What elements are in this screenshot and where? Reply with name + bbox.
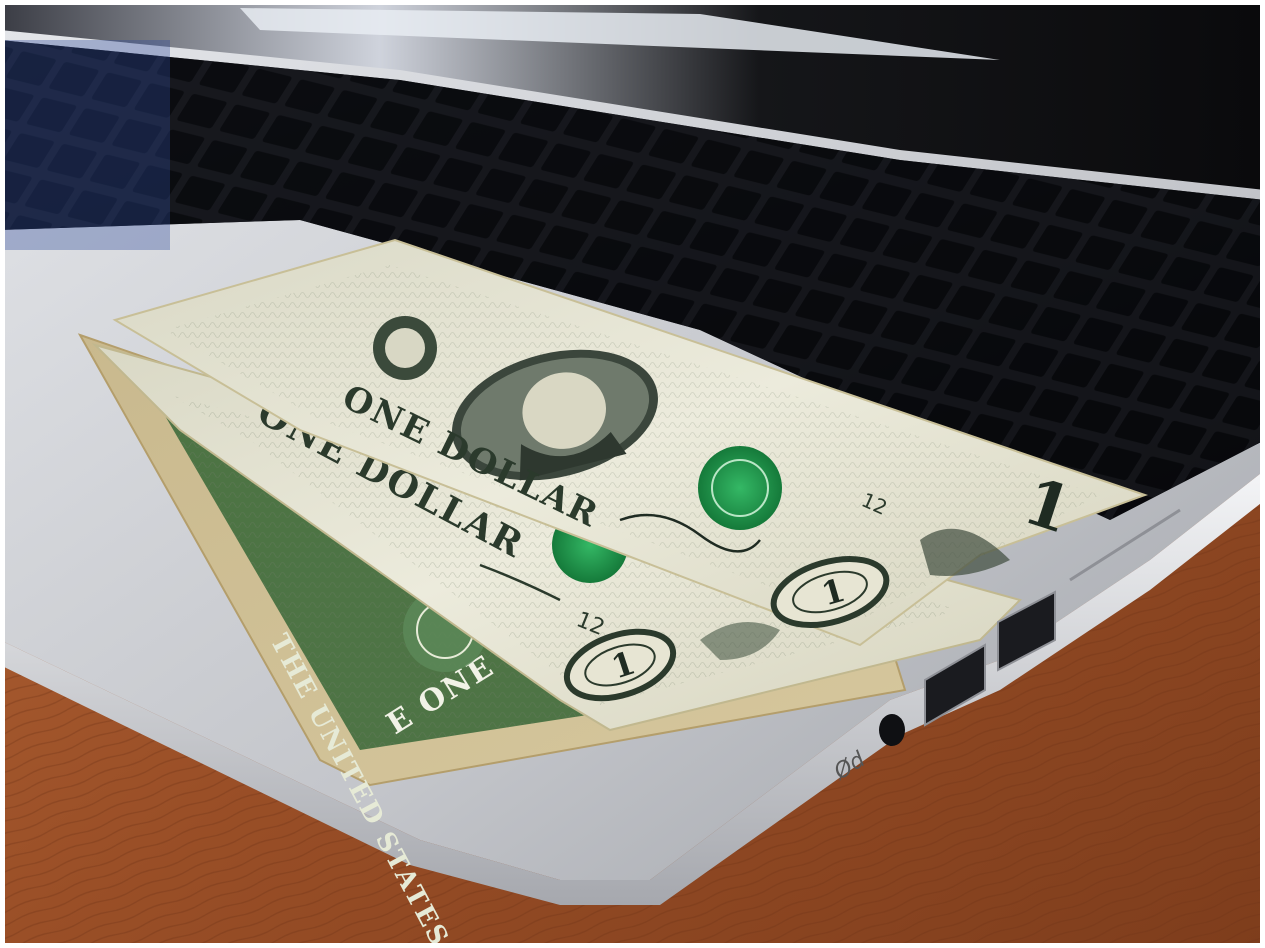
photo-svg: THE UNITED STATES E ONE ONE DOLLAR 12 1 — [0, 0, 1265, 948]
photo-scene: THE UNITED STATES E ONE ONE DOLLAR 12 1 — [0, 0, 1265, 948]
headphone-jack — [879, 714, 905, 746]
bill-top-green-seal — [698, 446, 782, 530]
